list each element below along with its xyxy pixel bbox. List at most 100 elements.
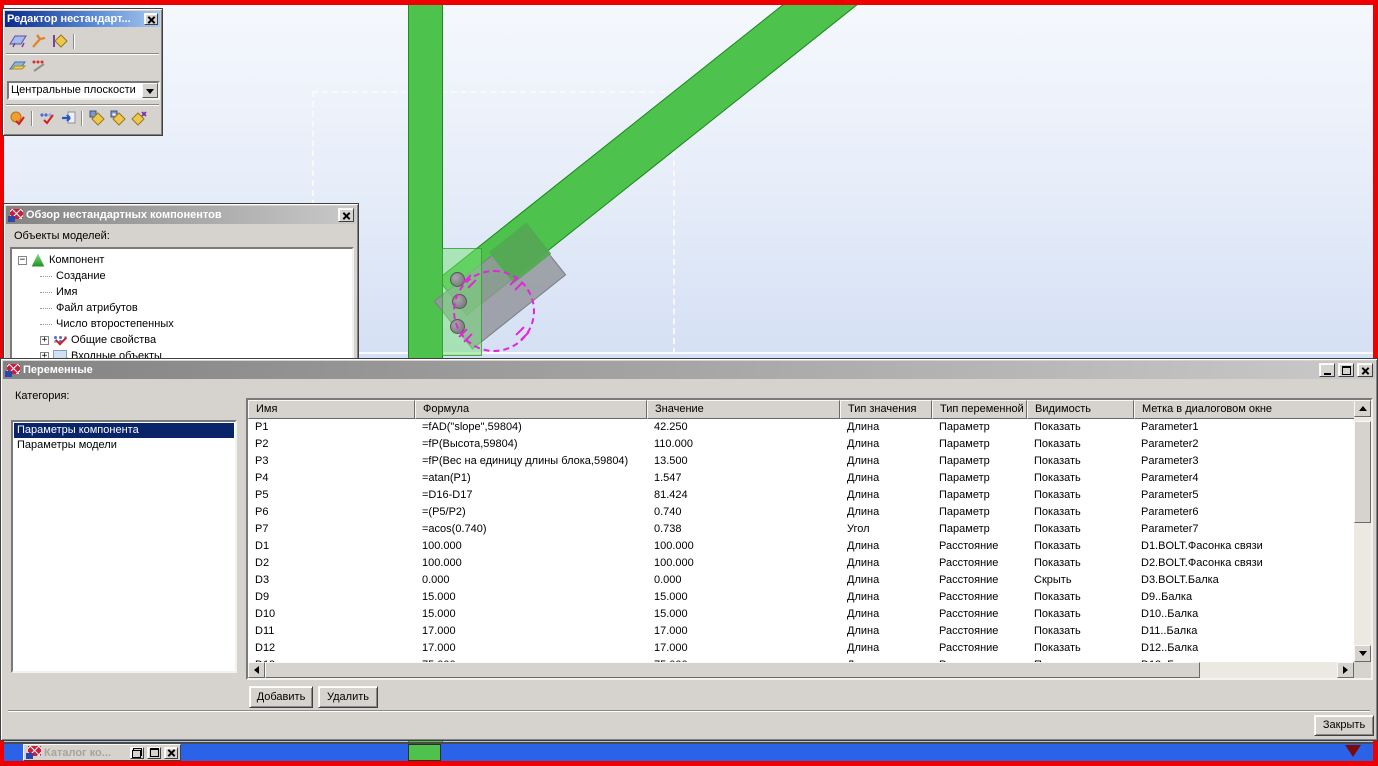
tree-item[interactable]: Создание (12, 268, 352, 284)
table-cell: D11 (248, 623, 415, 640)
plane-type-select[interactable]: Центральные плоскости (7, 81, 160, 100)
dropdown-button[interactable] (142, 83, 158, 98)
table-row[interactable]: P3=fP(Вес на единицу длины блока,59804)1… (248, 453, 1354, 470)
general-properties-icon (53, 334, 67, 347)
minimize-button[interactable] (1319, 363, 1335, 377)
close-dialog-button[interactable]: Закрыть (1314, 715, 1374, 736)
table-row[interactable]: D1117.00017.000ДлинаРасстояниеПоказатьD1… (248, 623, 1354, 640)
table-row[interactable]: D1217.00017.000ДлинаРасстояниеПоказатьD1… (248, 640, 1354, 657)
collapse-icon[interactable]: − (18, 256, 27, 265)
fixed-plane-icon[interactable] (7, 32, 28, 51)
save-as-component-icon[interactable] (107, 109, 128, 128)
browser-titlebar[interactable]: Обзор нестандартных компонентов (6, 206, 356, 224)
arrow-right-icon (1343, 666, 1352, 674)
add-button[interactable]: Добавить (249, 686, 313, 708)
table-cell: Parameter6 (1134, 504, 1354, 521)
column-header[interactable]: Тип значения (840, 400, 932, 419)
editor-toolbar-row2 (7, 56, 49, 76)
column-header[interactable]: Формула (415, 400, 647, 419)
column-header[interactable]: Видимость (1027, 400, 1134, 419)
category-label: Категория: (15, 390, 69, 402)
model-objects-tree[interactable]: −КомпонентСозданиеИмяФайл атрибутовЧисло… (10, 247, 354, 360)
tree-item[interactable]: Число второстепенных (12, 316, 352, 332)
editor-titlebar[interactable]: Редактор нестандарт... (5, 11, 160, 27)
tree-item[interactable]: Файл атрибутов (12, 300, 352, 316)
category-item[interactable]: Параметры компонента (14, 423, 234, 438)
table-cell: D3.BOLT.Балка (1134, 572, 1354, 589)
scroll-up-button[interactable] (1354, 400, 1371, 417)
table-row[interactable]: P7=acos(0.740)0.738УголПараметрПоказатьP… (248, 521, 1354, 538)
column-header[interactable]: Имя (248, 400, 415, 419)
save-component-icon[interactable] (86, 109, 107, 128)
close-icon (342, 211, 351, 220)
scroll-down-button[interactable] (1354, 645, 1371, 662)
apply-icon[interactable] (7, 109, 28, 128)
table-row[interactable]: P5=D16-D1781.424ДлинаПараметрПоказатьPar… (248, 487, 1354, 504)
screen: Редактор нестандарт... Централ (0, 0, 1378, 766)
table-cell: Показать (1027, 470, 1134, 487)
table-cell: Скрыть (1027, 572, 1134, 589)
axes-icon[interactable] (28, 32, 49, 51)
tree-item[interactable]: −Компонент (12, 252, 352, 268)
close-button[interactable] (164, 747, 178, 759)
part-plane-icon[interactable] (49, 32, 70, 51)
scroll-left-button[interactable] (248, 662, 265, 678)
table-cell: D1.BOLT.Фасонка связи (1134, 538, 1354, 555)
variables-titlebar[interactable]: Переменные (3, 361, 1375, 379)
expand-icon[interactable]: + (40, 336, 49, 345)
scroll-right-button[interactable] (1337, 662, 1354, 678)
construction-line-icon[interactable] (28, 57, 49, 76)
table-cell: Длина (840, 419, 932, 436)
editor-toolbar-row3 (7, 108, 149, 128)
close-button[interactable] (144, 13, 158, 25)
table-row[interactable]: P2=fP(Высота,59804)110.000ДлинаПараметрП… (248, 436, 1354, 453)
table-row[interactable]: D915.00015.000ДлинаРасстояниеПоказатьD9.… (248, 589, 1354, 606)
maximize-icon (150, 748, 159, 757)
tree-item[interactable]: Имя (12, 284, 352, 300)
table-row[interactable]: D30.0000.000ДлинаРасстояниеСкрытьD3.BOLT… (248, 572, 1354, 589)
table-cell: 0.738 (647, 521, 840, 538)
taskbar-item-catalog[interactable]: Каталог ко... (23, 744, 181, 761)
category-listbox[interactable]: Параметры компонентаПараметры модели (11, 420, 237, 673)
scrollbar-thumb[interactable] (1354, 421, 1371, 523)
table-cell: Параметр (932, 436, 1027, 453)
column-header[interactable]: Метка в диалоговом окне (1134, 400, 1355, 419)
table-cell: 0.740 (647, 504, 840, 521)
table-row[interactable]: D2100.000100.000ДлинаРасстояниеПоказатьD… (248, 555, 1354, 572)
table-cell: Длина (840, 555, 932, 572)
toolbar-separator (81, 111, 83, 126)
close-button[interactable] (1357, 363, 1373, 377)
table-cell: 17.000 (415, 623, 647, 640)
variables-table-body[interactable]: P1=fAD("slope",59804)42.250ДлинаПараметр… (248, 419, 1354, 662)
divider (8, 710, 1370, 712)
table-row[interactable]: P6=(P5/P2)0.740ДлинаПараметрПоказатьPara… (248, 504, 1354, 521)
table-row[interactable]: D1015.00015.000ДлинаРасстояниеПоказатьD1… (248, 606, 1354, 623)
table-cell: Параметр (932, 487, 1027, 504)
table-cell: 0.000 (647, 572, 840, 589)
table-cell: Показать (1027, 436, 1134, 453)
maximize-button[interactable] (147, 747, 161, 759)
delete-component-icon[interactable] (128, 109, 149, 128)
close-button[interactable] (338, 208, 354, 222)
table-row[interactable]: D1100.000100.000ДлинаРасстояниеПоказатьD… (248, 538, 1354, 555)
close-editor-icon[interactable] (57, 109, 78, 128)
variables-table: ИмяФормулаЗначениеТип значенияТип переме… (246, 398, 1373, 680)
plane-icon[interactable] (7, 57, 28, 76)
table-cell: Параметр (932, 419, 1027, 436)
column-header[interactable]: Тип переменной (932, 400, 1027, 419)
category-item[interactable]: Параметры модели (14, 438, 234, 453)
column-header[interactable]: Значение (647, 400, 840, 419)
delete-button[interactable]: Удалить (318, 686, 378, 708)
tekla-app-icon (5, 364, 20, 377)
maximize-button[interactable] (1338, 363, 1354, 377)
scrollbar-thumb[interactable] (265, 662, 1200, 678)
tree-item[interactable]: +Общие свойства (12, 332, 352, 348)
check-dots-icon[interactable] (36, 109, 57, 128)
table-cell: =fAD("slope",59804) (415, 419, 647, 436)
restore-button[interactable] (130, 747, 144, 759)
table-row[interactable]: P1=fAD("slope",59804)42.250ДлинаПараметр… (248, 419, 1354, 436)
horizontal-scrollbar[interactable] (248, 662, 1354, 678)
vertical-scrollbar[interactable] (1354, 400, 1371, 662)
table-row[interactable]: P4=atan(P1)1.547ДлинаПараметрПоказатьPar… (248, 470, 1354, 487)
table-cell: D2 (248, 555, 415, 572)
